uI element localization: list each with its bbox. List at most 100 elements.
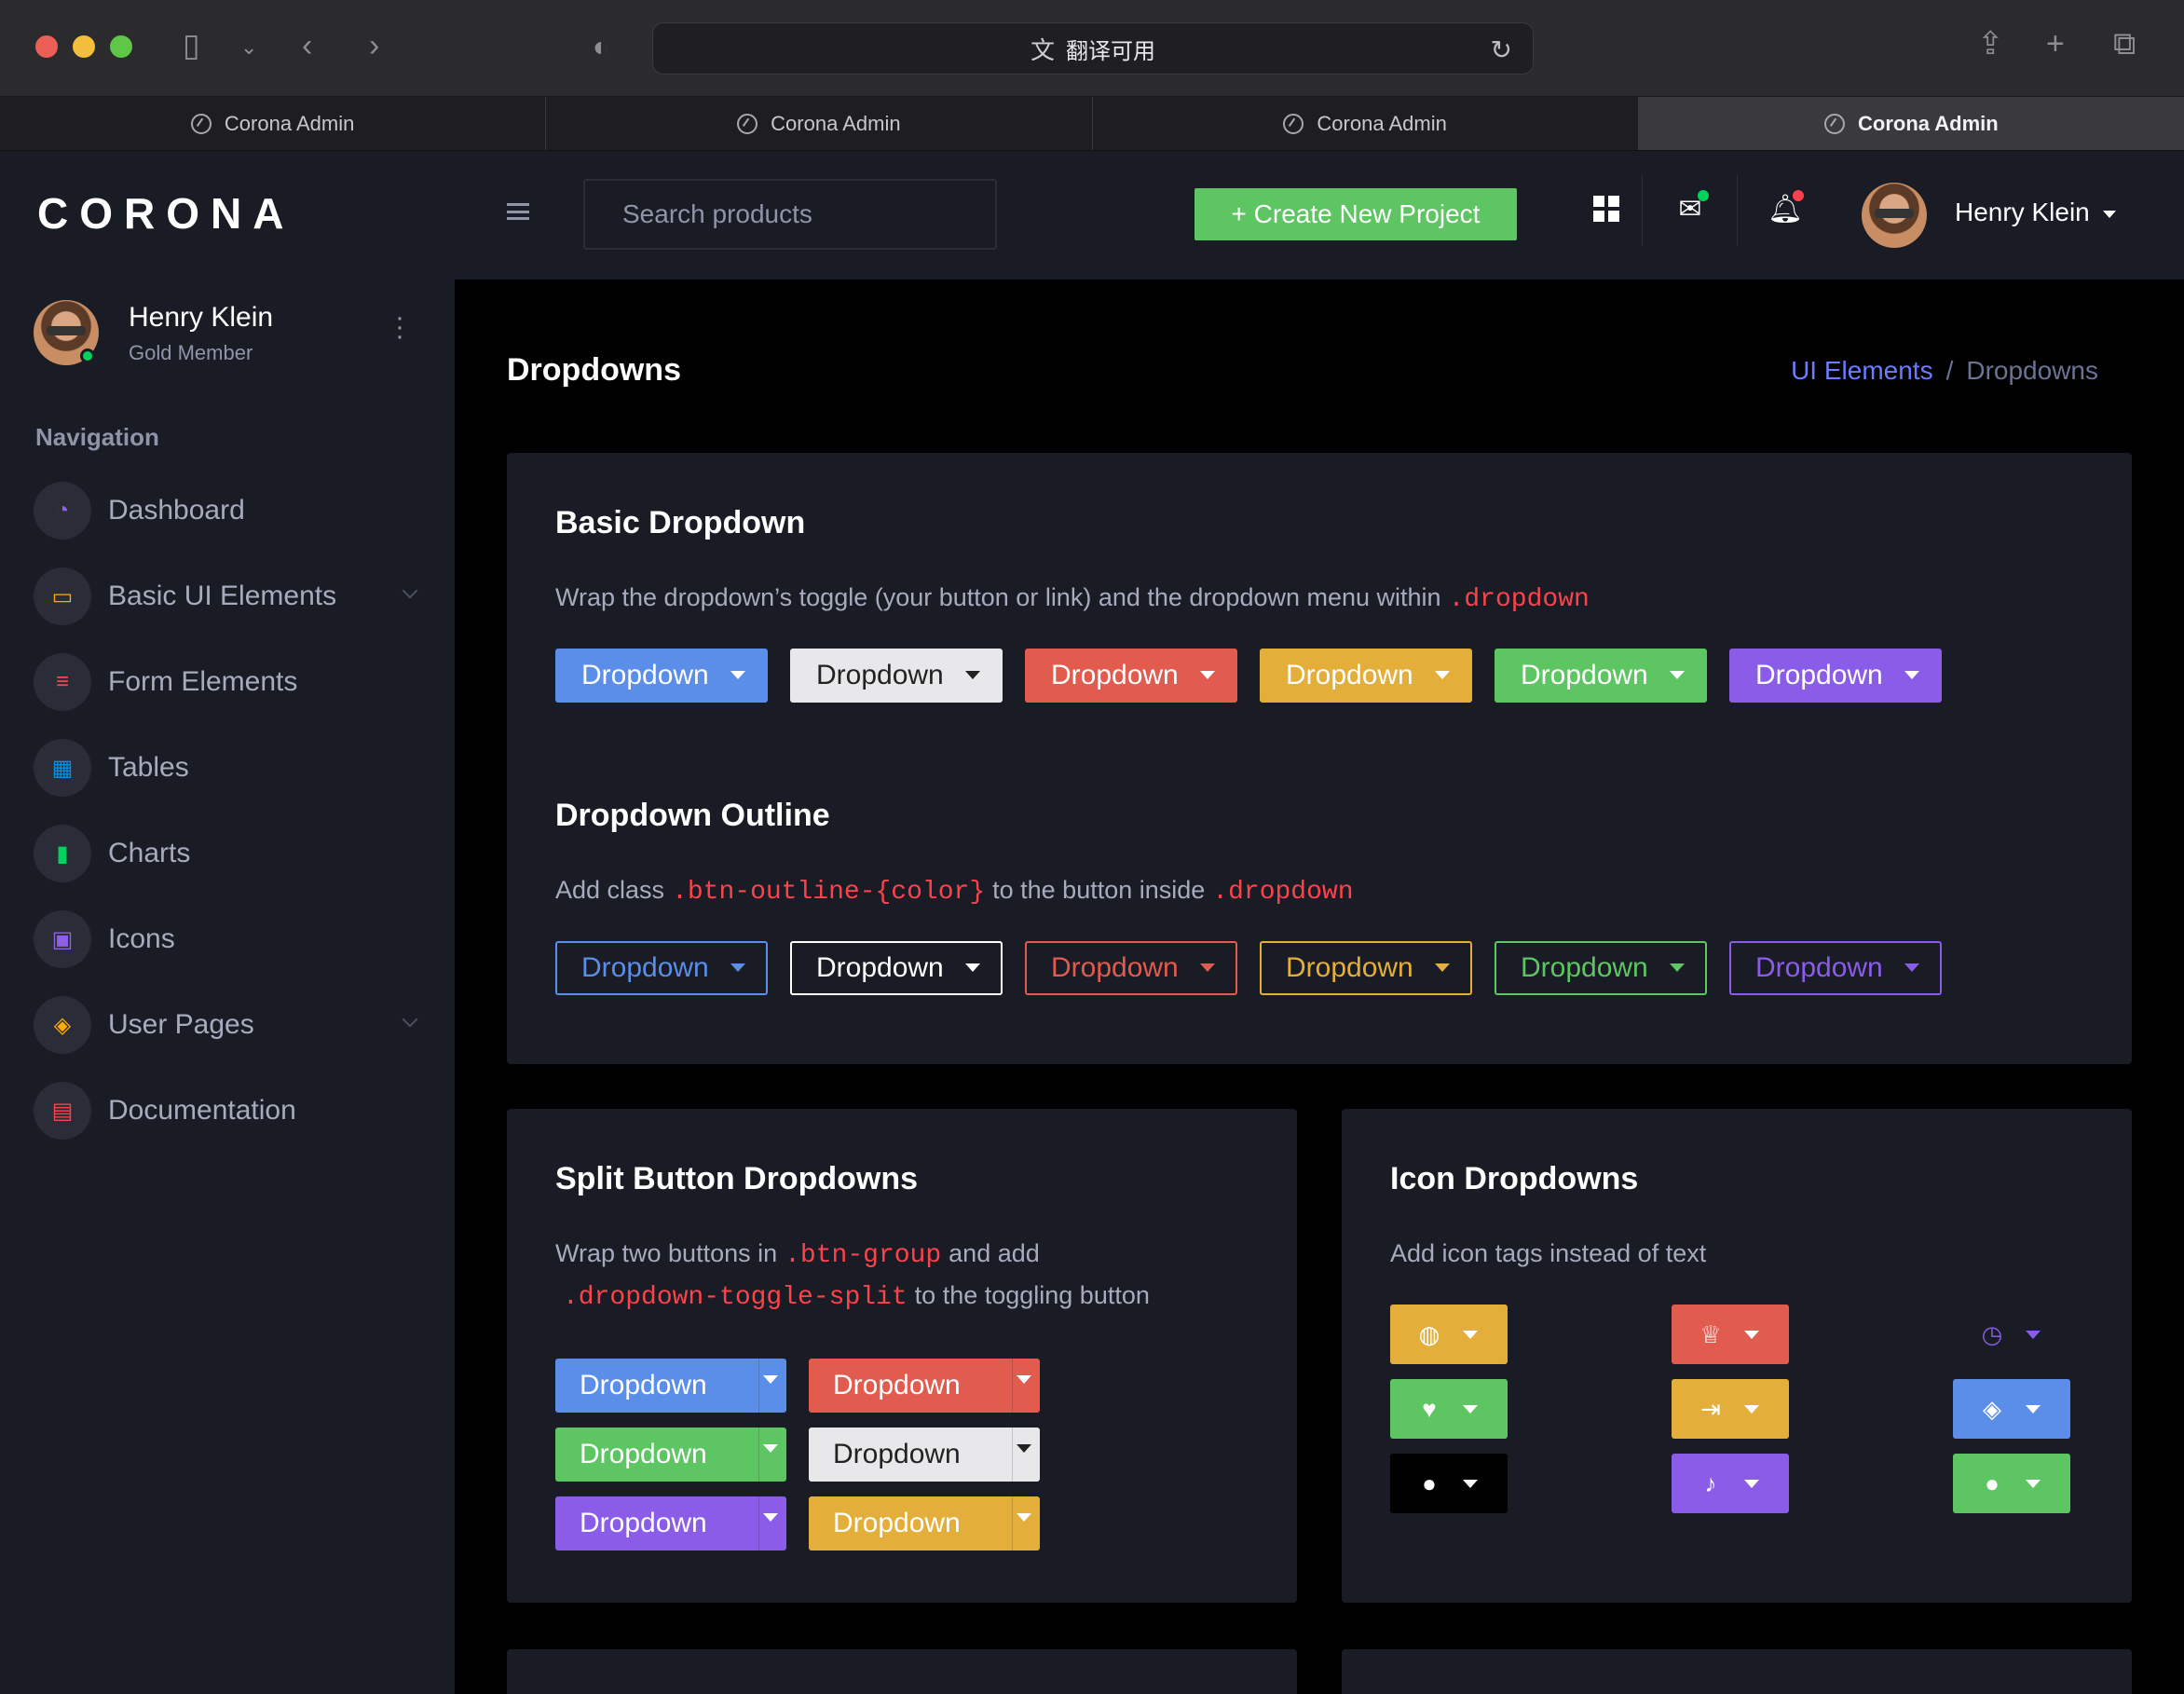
heart-icon: ♥ — [1422, 1395, 1437, 1423]
chevron-down-icon[interactable]: ⌄ — [240, 32, 257, 63]
dropdown-button-danger[interactable]: Dropdown — [1025, 649, 1237, 703]
chevron-down-icon — [402, 582, 418, 599]
split-main-button[interactable]: Dropdown — [809, 1428, 1012, 1482]
icon-dropdown-logout[interactable]: ⇥ — [1672, 1379, 1789, 1439]
split-toggle-button[interactable] — [758, 1496, 786, 1551]
breadcrumb-link[interactable]: UI Elements — [1791, 356, 1933, 385]
browser-tab[interactable]: Corona Admin — [0, 97, 547, 150]
privacy-shield-icon[interactable]: ◐ — [593, 32, 609, 63]
sidebar-item-basic-ui-elements[interactable]: ▭ Basic UI Elements — [34, 553, 425, 639]
dropdown-button-light[interactable]: Dropdown — [790, 649, 1003, 703]
icon-dropdown-account[interactable]: ● — [1390, 1454, 1508, 1513]
icon-dropdown-earth[interactable]: ◍ — [1390, 1305, 1508, 1364]
create-project-button[interactable]: + Create New Project — [1194, 188, 1517, 240]
sidebar-item-tables[interactable]: ▦ Tables — [34, 725, 425, 811]
sidebar-item-user-pages[interactable]: ◈ User Pages — [34, 982, 425, 1068]
tab-title: Corona Admin — [224, 111, 355, 135]
tab-strip: Corona Admin Corona Admin Corona Admin C… — [0, 97, 2184, 151]
clock-icon: ◷ — [1981, 1320, 2003, 1348]
close-window-button[interactable] — [35, 35, 58, 58]
icon-dropdown-account[interactable]: ● — [1953, 1454, 2070, 1513]
split-main-button[interactable]: Dropdown — [809, 1359, 1012, 1413]
profile-name: Henry Klein — [129, 302, 274, 333]
user-menu[interactable]: Henry Klein — [1955, 198, 2116, 227]
split-dropdown-success: Dropdown — [555, 1428, 786, 1482]
card-title: Dropdown Outline — [555, 798, 830, 833]
sidebar-item-documentation[interactable]: ▤ Documentation — [34, 1068, 425, 1154]
sidebar-toggle-icon[interactable]: ▯ — [183, 30, 200, 61]
trophy-icon: ♕ — [1699, 1320, 1722, 1348]
more-vertical-icon[interactable]: · · · — [395, 304, 404, 350]
split-toggle-button[interactable] — [758, 1359, 786, 1413]
caret-down-icon — [2102, 210, 2116, 218]
dropdown-outline-success[interactable]: Dropdown — [1495, 941, 1707, 995]
email-icon[interactable]: ✉ — [1672, 190, 1709, 227]
search-input[interactable] — [583, 179, 997, 250]
zoom-window-button[interactable] — [110, 35, 132, 58]
split-toggle-button[interactable] — [1012, 1428, 1040, 1482]
dropdown-outline-light[interactable]: Dropdown — [790, 941, 1003, 995]
tab-title: Corona Admin — [771, 111, 901, 135]
reload-icon[interactable]: ↻ — [1491, 34, 1512, 65]
split-main-button[interactable]: Dropdown — [555, 1359, 758, 1413]
logout-icon: ⇥ — [1700, 1395, 1721, 1423]
forward-icon[interactable]: › — [369, 30, 379, 61]
avatar[interactable] — [1862, 183, 1927, 248]
new-tab-icon[interactable]: + — [2046, 28, 2065, 60]
icon-dropdown-shield[interactable]: ◈ — [1953, 1379, 2070, 1439]
notification-indicator — [1793, 190, 1804, 201]
card-basic-dropdown: Basic Dropdown Wrap the dropdown’s toggl… — [507, 453, 2132, 1064]
sidebar-item-label: Dashboard — [108, 495, 245, 526]
icon-dropdown-trophy[interactable]: ♕ — [1672, 1305, 1789, 1364]
online-status-dot — [80, 348, 95, 363]
dropdown-button-warning[interactable]: Dropdown — [1260, 649, 1472, 703]
tab-overview-icon[interactable]: ⧉ — [2113, 28, 2136, 60]
split-toggle-button[interactable] — [758, 1428, 786, 1482]
divider — [1642, 175, 1643, 246]
sidebar-item-icons[interactable]: ▣ Icons — [34, 896, 425, 982]
split-main-button[interactable]: Dropdown — [555, 1496, 758, 1551]
browser-tab[interactable]: Corona Admin — [546, 97, 1093, 150]
back-icon[interactable]: ‹ — [302, 30, 312, 61]
minimize-window-button[interactable] — [73, 35, 95, 58]
top-navbar: + Create New Project ✉ 🔔︎ Henry Klein — [455, 151, 2184, 280]
translate-icon[interactable]: 文 — [1031, 32, 1055, 66]
browser-tab-active[interactable]: Corona Admin — [1638, 97, 2184, 150]
file-document-icon: ▤ — [34, 1082, 91, 1140]
icon-dropdown-heart[interactable]: ♥ — [1390, 1379, 1508, 1439]
card-description: Wrap the dropdown’s toggle (your button … — [555, 583, 1590, 614]
split-dropdown-danger: Dropdown — [809, 1359, 1040, 1413]
sidebar-item-label: Basic UI Elements — [108, 581, 337, 611]
dropdown-outline-purple[interactable]: Dropdown — [1729, 941, 1942, 995]
shield-icon: ◈ — [1983, 1395, 2001, 1423]
split-dropdown-purple: Dropdown — [555, 1496, 786, 1551]
dropdown-outline-danger[interactable]: Dropdown — [1025, 941, 1237, 995]
split-toggle-button[interactable] — [1012, 1496, 1040, 1551]
chart-icon: ▮ — [34, 825, 91, 882]
dropdown-outline-warning[interactable]: Dropdown — [1260, 941, 1472, 995]
browser-tab[interactable]: Corona Admin — [1093, 97, 1639, 150]
split-main-button[interactable]: Dropdown — [555, 1428, 758, 1482]
dropdown-button-success[interactable]: Dropdown — [1495, 649, 1707, 703]
card-description: Add class .btn-outline-{color} to the butt… — [555, 876, 1354, 907]
bell-icon[interactable]: 🔔︎ — [1767, 190, 1804, 227]
sidebar-item-form-elements[interactable]: ≡ Form Elements — [34, 639, 425, 725]
sidebar-item-dashboard[interactable]: ◔ Dashboard — [34, 468, 425, 553]
sidebar-item-label: User Pages — [108, 1009, 254, 1040]
apps-grid-icon[interactable] — [1588, 190, 1625, 227]
split-main-button[interactable]: Dropdown — [809, 1496, 1012, 1551]
split-dropdown-light: Dropdown — [809, 1428, 1040, 1482]
icon-dropdown-clock[interactable]: ◷ — [1953, 1305, 2070, 1364]
share-icon[interactable]: ⇪ — [1977, 28, 2004, 60]
address-bar[interactable]: 文 翻译可用 ↻ — [652, 22, 1534, 75]
icon-dropdown-bell[interactable]: ♪ — [1672, 1454, 1789, 1513]
menu-icon[interactable] — [507, 203, 529, 220]
dropdown-button-purple[interactable]: Dropdown — [1729, 649, 1942, 703]
dropdown-outline-primary[interactable]: Dropdown — [555, 941, 768, 995]
dropdown-button-primary[interactable]: Dropdown — [555, 649, 768, 703]
split-toggle-button[interactable] — [1012, 1359, 1040, 1413]
compass-icon — [1824, 113, 1845, 134]
sidebar-item-charts[interactable]: ▮ Charts — [34, 811, 425, 896]
brand-logo[interactable]: CORONA — [37, 188, 294, 239]
security-icon: ◈ — [34, 996, 91, 1054]
